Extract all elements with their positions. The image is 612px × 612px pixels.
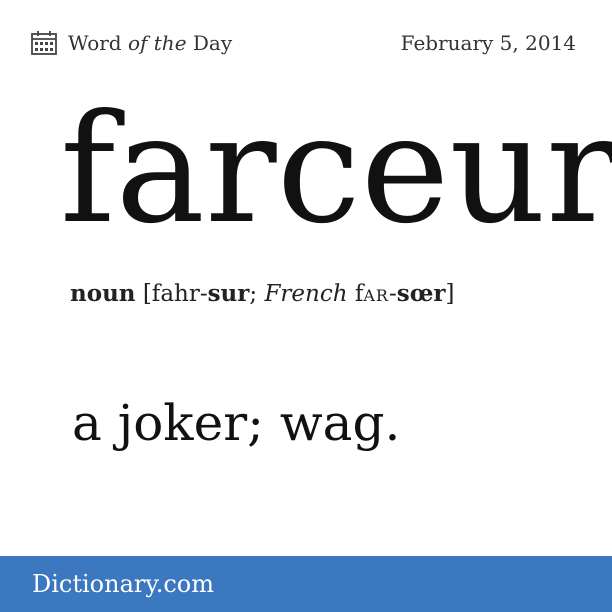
pron-french-1: f <box>347 281 364 307</box>
pron-french-smallcaps: AR <box>363 286 389 305</box>
header-date: February 5, 2014 <box>400 31 576 55</box>
pron-sep: ; <box>249 281 265 307</box>
definition: a joker; wag. <box>72 394 401 452</box>
header-title: Word of the Day <box>68 31 232 55</box>
pron-close: ] <box>445 281 455 307</box>
header-title-of-the: of the <box>127 31 187 55</box>
part-of-speech: noun <box>70 280 136 307</box>
pronunciation-line: noun [fahr-sur; French fAR-sœr] <box>70 280 454 307</box>
pron-open: [fahr- <box>135 281 208 307</box>
header-title-word: Word <box>68 31 128 55</box>
calendar-icon <box>31 31 57 55</box>
footer-bar: Dictionary.com <box>0 556 612 612</box>
header: Word of the Day February 5, 2014 <box>30 26 576 60</box>
pron-dash: - <box>388 281 397 307</box>
pron-french-stress: sœr <box>396 280 446 307</box>
pron-stress: sur <box>207 280 250 307</box>
headword: farceur <box>60 83 612 257</box>
pron-language: French <box>264 281 348 307</box>
header-title-day: Day <box>186 31 233 55</box>
header-title-group: Word of the Day <box>30 29 232 57</box>
brand-logo-text[interactable]: Dictionary.com <box>32 570 214 598</box>
